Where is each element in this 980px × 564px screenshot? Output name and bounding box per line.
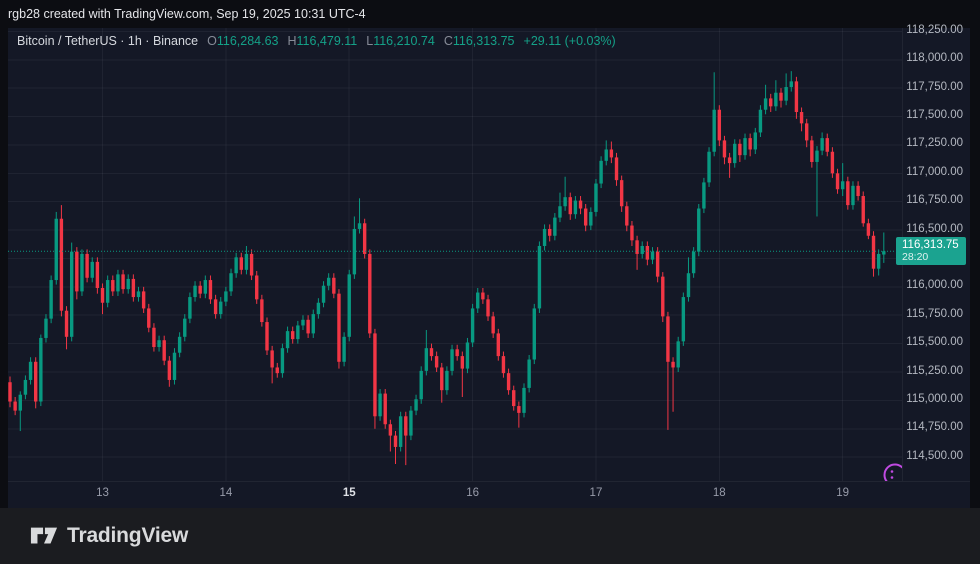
high-label: H xyxy=(288,34,297,48)
price-axis-label: 117,250.00 xyxy=(906,137,963,149)
chart-panel[interactable]: Bitcoin / TetherUS · 1h · Binance O116,2… xyxy=(8,28,970,508)
high-value: 116,479.11 xyxy=(297,34,358,48)
price-axis-label: 115,500.00 xyxy=(906,336,963,348)
price-axis-label: 117,750.00 xyxy=(906,81,963,93)
time-axis-separator xyxy=(8,481,970,482)
ohlc-open: O116,284.63 xyxy=(207,34,278,48)
time-axis-label: 14 xyxy=(211,487,241,499)
tradingview-logo-icon[interactable] xyxy=(30,523,58,549)
price-axis-label: 114,500.00 xyxy=(906,450,963,462)
price-axis-label: 116,500.00 xyxy=(906,223,963,235)
price-axis-label: 116,750.00 xyxy=(906,194,963,206)
ohlc-high: H116,479.11 xyxy=(288,34,358,48)
price-axis-label: 117,000.00 xyxy=(906,166,963,178)
price-axis-label: 115,750.00 xyxy=(906,308,963,320)
price-axis-label: 118,000.00 xyxy=(906,52,963,64)
time-axis-label: 13 xyxy=(88,487,118,499)
bar-countdown: 28:20 xyxy=(902,252,966,263)
time-axis-label: 15 xyxy=(334,487,364,499)
ohlc-close: C116,313.75 xyxy=(444,34,515,48)
price-axis-label: 116,000.00 xyxy=(906,279,963,291)
price-axis-label: 117,500.00 xyxy=(906,109,963,121)
close-value: 116,313.75 xyxy=(453,34,515,48)
candlestick-chart[interactable] xyxy=(8,28,970,481)
time-axis-label: 19 xyxy=(828,487,858,499)
price-axis-label: 115,250.00 xyxy=(906,365,963,377)
symbol-title[interactable]: Bitcoin / TetherUS · 1h · Binance xyxy=(17,34,198,48)
last-price-badge: 116,313.75 28:20 xyxy=(896,237,966,265)
change-value: +29.11 (+0.03%) xyxy=(524,34,616,48)
tradingview-logo-text[interactable]: TradingView xyxy=(67,524,188,548)
price-axis-label: 118,250.00 xyxy=(906,24,963,36)
attribution-text: rgb28 created with TradingView.com, Sep … xyxy=(8,7,366,21)
low-value: 116,210.74 xyxy=(373,34,435,48)
chart-legend: Bitcoin / TetherUS · 1h · Binance O116,2… xyxy=(17,34,616,48)
price-axis-label: 115,000.00 xyxy=(906,393,963,405)
time-axis-label: 16 xyxy=(458,487,488,499)
tradingview-window: rgb28 created with TradingView.com, Sep … xyxy=(0,0,980,564)
ohlc-low: L116,210.74 xyxy=(366,34,435,48)
close-label: C xyxy=(444,34,453,48)
time-axis-label: 17 xyxy=(581,487,611,499)
price-axis-label: 114,750.00 xyxy=(906,421,963,433)
status-bar: rgb28 created with TradingView.com, Sep … xyxy=(8,0,366,28)
open-label: O xyxy=(207,34,217,48)
open-value: 116,284.63 xyxy=(217,34,279,48)
time-axis-label: 18 xyxy=(704,487,734,499)
footer-bar: TradingView xyxy=(0,508,980,564)
